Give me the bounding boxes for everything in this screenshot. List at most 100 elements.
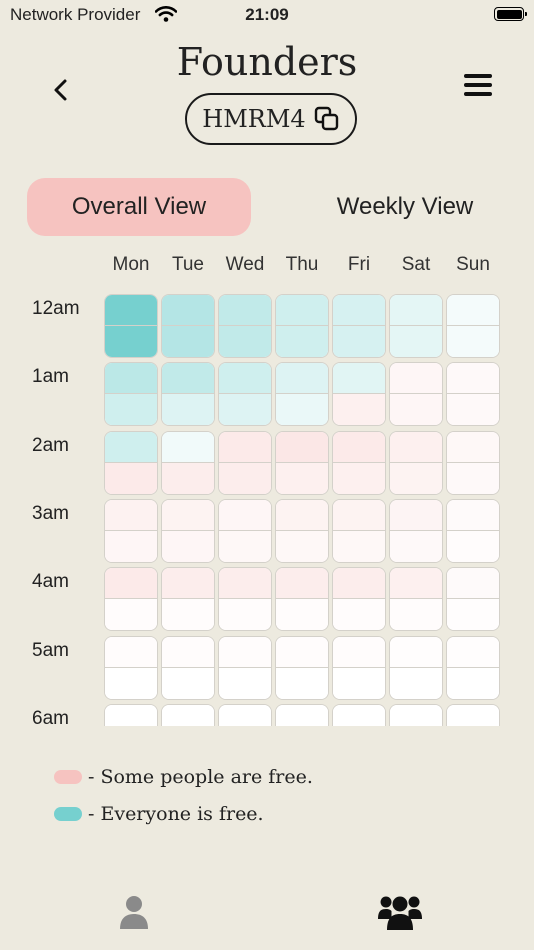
slot-sun-2am[interactable] xyxy=(446,430,500,495)
slot-mon-5am[interactable] xyxy=(104,635,158,700)
slot-wed-3am[interactable] xyxy=(218,498,272,563)
slot-mon-2am[interactable] xyxy=(104,430,158,495)
slot-tue-6am[interactable] xyxy=(161,703,215,726)
slot-second-half xyxy=(390,529,442,562)
slot-thu-1am[interactable] xyxy=(275,362,329,427)
day-label-sun: Sun xyxy=(456,254,490,275)
slot-wed-6am[interactable] xyxy=(218,703,272,726)
overall-view-tab[interactable]: Overall View xyxy=(27,178,251,236)
slot-thu-5am[interactable] xyxy=(275,635,329,700)
slot-sun-3am[interactable] xyxy=(446,498,500,563)
hour-label-2am: 2am xyxy=(32,434,69,456)
slot-thu-6am[interactable] xyxy=(275,703,329,726)
slot-first-half xyxy=(105,431,157,463)
day-label-fri: Fri xyxy=(347,254,371,275)
slot-sat-3am[interactable] xyxy=(389,498,443,563)
slot-tue-1am[interactable] xyxy=(161,362,215,427)
slot-first-half xyxy=(333,295,385,326)
users-icon[interactable] xyxy=(378,893,422,931)
slot-mon-4am[interactable] xyxy=(104,567,158,632)
slot-wed-4am[interactable] xyxy=(218,567,272,632)
slot-first-half xyxy=(105,363,157,395)
slot-fri-3am[interactable] xyxy=(332,498,386,563)
slot-tue-3am[interactable] xyxy=(161,498,215,563)
hamburger-menu-icon[interactable] xyxy=(464,74,492,100)
slot-fri-4am[interactable] xyxy=(332,567,386,632)
slot-second-half xyxy=(276,529,328,562)
slot-second-half xyxy=(162,666,214,699)
slot-sat-12am[interactable] xyxy=(389,294,443,358)
slot-tue-5am[interactable] xyxy=(161,635,215,700)
group-code-copy-button[interactable]: HMRM4 xyxy=(185,93,357,145)
slot-second-half xyxy=(276,393,328,426)
slot-thu-2am[interactable] xyxy=(275,430,329,495)
slot-thu-12am[interactable] xyxy=(275,294,329,358)
slot-first-half xyxy=(390,636,442,668)
slot-sun-6am[interactable] xyxy=(446,703,500,726)
some-free-swatch xyxy=(54,770,82,784)
slot-first-half xyxy=(447,636,499,668)
legend-some-free: - Some people are free. xyxy=(54,766,313,788)
slot-first-half xyxy=(162,499,214,531)
hour-label-4am: 4am xyxy=(32,571,69,593)
slot-mon-1am[interactable] xyxy=(104,362,158,427)
slot-wed-2am[interactable] xyxy=(218,430,272,495)
slot-second-half xyxy=(333,461,385,494)
slot-sun-1am[interactable] xyxy=(446,362,500,427)
slot-second-half xyxy=(276,325,328,357)
slot-first-half xyxy=(276,704,328,726)
copy-icon xyxy=(314,106,338,131)
slot-first-half xyxy=(162,431,214,463)
slot-sun-4am[interactable] xyxy=(446,567,500,632)
slot-fri-5am[interactable] xyxy=(332,635,386,700)
slot-first-half xyxy=(390,363,442,395)
slot-wed-5am[interactable] xyxy=(218,635,272,700)
slot-thu-3am[interactable] xyxy=(275,498,329,563)
hour-label-5am: 5am xyxy=(32,639,69,661)
slot-thu-4am[interactable] xyxy=(275,567,329,632)
slot-first-half xyxy=(105,499,157,531)
slot-first-half xyxy=(219,704,271,726)
person-icon[interactable] xyxy=(118,894,150,930)
slot-fri-12am[interactable] xyxy=(332,294,386,358)
slot-second-half xyxy=(333,598,385,631)
slot-sat-1am[interactable] xyxy=(389,362,443,427)
availability-grid: 12am 1am 2am 3am 4am 5am 6am xyxy=(0,290,534,726)
slot-sat-4am[interactable] xyxy=(389,567,443,632)
slot-first-half xyxy=(162,295,214,326)
slot-sat-2am[interactable] xyxy=(389,430,443,495)
status-bar: Network Provider 21:09 xyxy=(0,0,534,30)
slot-wed-1am[interactable] xyxy=(218,362,272,427)
slot-second-half xyxy=(447,393,499,426)
slot-first-half xyxy=(276,295,328,326)
slot-wed-12am[interactable] xyxy=(218,294,272,358)
slot-first-half xyxy=(219,636,271,668)
slot-mon-3am[interactable] xyxy=(104,498,158,563)
slot-sat-5am[interactable] xyxy=(389,635,443,700)
slot-fri-2am[interactable] xyxy=(332,430,386,495)
slot-first-half xyxy=(219,499,271,531)
slot-first-half xyxy=(105,568,157,600)
slot-fri-6am[interactable] xyxy=(332,703,386,726)
slot-tue-2am[interactable] xyxy=(161,430,215,495)
slot-second-half xyxy=(105,666,157,699)
slot-sat-6am[interactable] xyxy=(389,703,443,726)
slot-tue-4am[interactable] xyxy=(161,567,215,632)
slot-mon-12am[interactable] xyxy=(104,294,158,358)
slot-sun-5am[interactable] xyxy=(446,635,500,700)
slot-first-half xyxy=(219,363,271,395)
slot-mon-6am[interactable] xyxy=(104,703,158,726)
slot-first-half xyxy=(390,499,442,531)
slot-fri-1am[interactable] xyxy=(332,362,386,427)
slot-first-half xyxy=(390,295,442,326)
slot-first-half xyxy=(162,568,214,600)
slot-first-half xyxy=(390,431,442,463)
weekly-view-tab[interactable]: Weekly View xyxy=(295,178,515,236)
slot-sun-12am[interactable] xyxy=(446,294,500,358)
everyone-free-swatch xyxy=(54,807,82,821)
slot-second-half xyxy=(105,325,157,357)
slot-tue-12am[interactable] xyxy=(161,294,215,358)
slot-second-half xyxy=(333,393,385,426)
slot-first-half xyxy=(447,568,499,600)
slot-second-half xyxy=(105,598,157,631)
